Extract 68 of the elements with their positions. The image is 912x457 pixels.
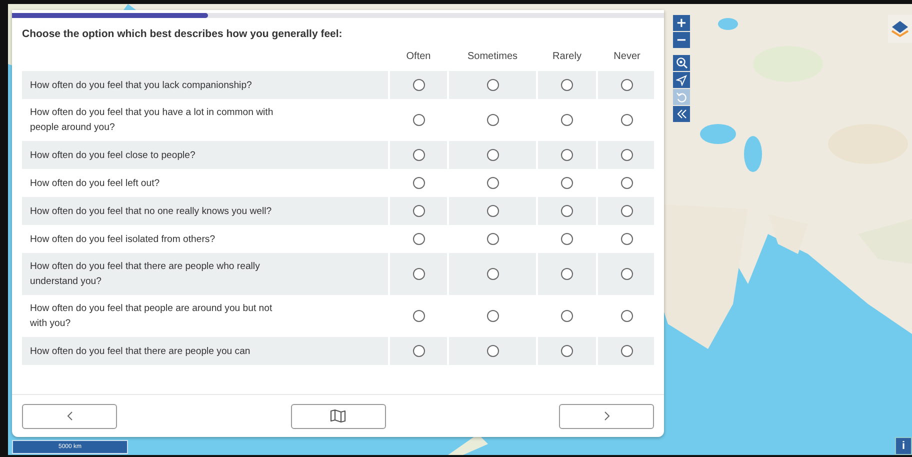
- layers-button[interactable]: [888, 15, 912, 43]
- previous-button[interactable]: [22, 404, 117, 428]
- question-text: How often do you feel that you lack companionship?: [29, 78, 253, 92]
- radio-button[interactable]: [561, 149, 573, 161]
- radio-button[interactable]: [412, 205, 424, 217]
- radio-button[interactable]: [621, 268, 633, 280]
- question-text: How often do you feel that people are around you but not with you?: [29, 302, 274, 331]
- info-button[interactable]: i: [895, 437, 912, 455]
- radio-button[interactable]: [412, 177, 424, 189]
- question-text: How often do you feel left out?: [29, 176, 161, 190]
- radio-button[interactable]: [486, 205, 498, 217]
- question-text: How often do you feel isolated from others?: [29, 232, 216, 246]
- search-button[interactable]: [673, 55, 690, 71]
- radio-button[interactable]: [561, 79, 573, 91]
- chevron-right-icon: [604, 411, 610, 421]
- column-header: Sometimes: [466, 51, 518, 64]
- radio-button[interactable]: [412, 79, 424, 91]
- radio-button[interactable]: [561, 268, 573, 280]
- question-text: How often do you feel that you have a lot in common with people around you?: [29, 106, 274, 135]
- next-button[interactable]: [559, 404, 654, 428]
- radio-button[interactable]: [486, 79, 498, 91]
- radio-button[interactable]: [621, 345, 633, 357]
- question-text: How often do you feel that no one really knows you well?: [29, 204, 273, 218]
- radio-button[interactable]: [412, 233, 424, 245]
- radio-button[interactable]: [561, 310, 573, 322]
- search-icon: [676, 57, 688, 69]
- radio-button[interactable]: [561, 345, 573, 357]
- double-chevron-left-icon: [676, 109, 686, 119]
- radio-button[interactable]: [412, 268, 424, 280]
- chevron-left-icon: [66, 411, 72, 421]
- column-header: Often: [405, 51, 432, 64]
- radio-button[interactable]: [486, 268, 498, 280]
- radio-button[interactable]: [621, 79, 633, 91]
- radio-button[interactable]: [412, 149, 424, 161]
- zoom-in-button[interactable]: +: [673, 15, 690, 31]
- radio-button[interactable]: [412, 310, 424, 322]
- radio-button[interactable]: [412, 345, 424, 357]
- locate-button[interactable]: [673, 72, 690, 88]
- radio-button[interactable]: [561, 177, 573, 189]
- column-header: Never: [612, 51, 642, 64]
- radio-button[interactable]: [486, 310, 498, 322]
- radio-button[interactable]: [561, 233, 573, 245]
- zoom-out-button[interactable]: −: [673, 32, 690, 48]
- radio-button[interactable]: [412, 114, 424, 126]
- navigation-arrow-icon: [676, 74, 687, 86]
- radio-button[interactable]: [486, 177, 498, 189]
- undo-icon: [676, 92, 687, 102]
- column-header: Rarely: [552, 51, 582, 64]
- question-prompt: Choose the option which best describes how you generally feel:: [21, 27, 344, 40]
- radio-button[interactable]: [561, 114, 573, 126]
- radio-button[interactable]: [621, 233, 633, 245]
- radio-button[interactable]: [621, 310, 633, 322]
- radio-button[interactable]: [621, 149, 633, 161]
- radio-button[interactable]: [561, 205, 573, 217]
- layers-icon: [890, 19, 910, 39]
- radio-button[interactable]: [621, 114, 633, 126]
- question-text: How often do you feel that there are people who really understand you?: [29, 260, 261, 289]
- question-text: How often do you feel that there are people you can: [29, 344, 252, 358]
- map-button[interactable]: [290, 404, 386, 428]
- radio-button[interactable]: [486, 114, 498, 126]
- collapse-button[interactable]: [673, 106, 690, 122]
- radio-button[interactable]: [486, 345, 498, 357]
- radio-button[interactable]: [486, 149, 498, 161]
- radio-button[interactable]: [621, 205, 633, 217]
- map-icon: [330, 409, 346, 423]
- radio-button[interactable]: [621, 177, 633, 189]
- question-text: How often do you feel close to people?: [29, 148, 196, 162]
- radio-button[interactable]: [486, 233, 498, 245]
